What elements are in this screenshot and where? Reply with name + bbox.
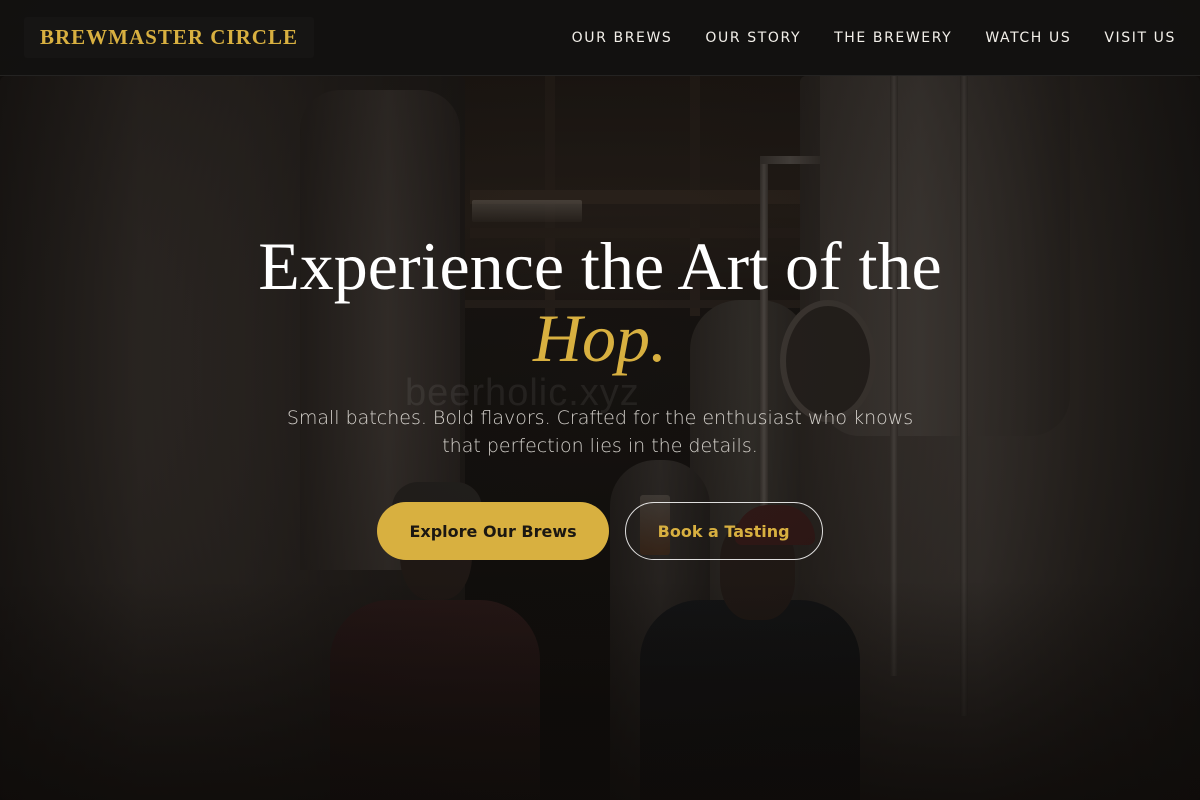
hero-section: Experience the Art of the Hop. Small bat… (0, 230, 1200, 560)
main-nav: OUR BREWS OUR STORY THE BREWERY WATCH US… (572, 30, 1176, 46)
nav-item-our-brews[interactable]: OUR BREWS (572, 30, 673, 46)
brand-logo[interactable]: BREWMASTER CIRCLE (24, 17, 314, 58)
book-tasting-button[interactable]: Book a Tasting (624, 502, 823, 560)
hero-cta-group: Explore Our Brews Book a Tasting (0, 502, 1200, 560)
hero-headline-text: Experience the Art of the (258, 228, 942, 304)
hero-headline-accent: Hop. (532, 300, 668, 376)
nav-item-the-brewery[interactable]: THE BREWERY (834, 30, 952, 46)
explore-brews-button[interactable]: Explore Our Brews (377, 502, 609, 560)
nav-item-visit-us[interactable]: VISIT US (1104, 30, 1176, 46)
nav-item-our-story[interactable]: OUR STORY (705, 30, 801, 46)
nav-item-watch-us[interactable]: WATCH US (985, 30, 1071, 46)
site-header: BREWMASTER CIRCLE OUR BREWS OUR STORY TH… (0, 0, 1200, 76)
hero-subtitle: Small batches. Bold flavors. Crafted for… (286, 407, 914, 457)
bottom-fade (0, 580, 1200, 800)
hero-headline: Experience the Art of the Hop. (0, 230, 1200, 374)
